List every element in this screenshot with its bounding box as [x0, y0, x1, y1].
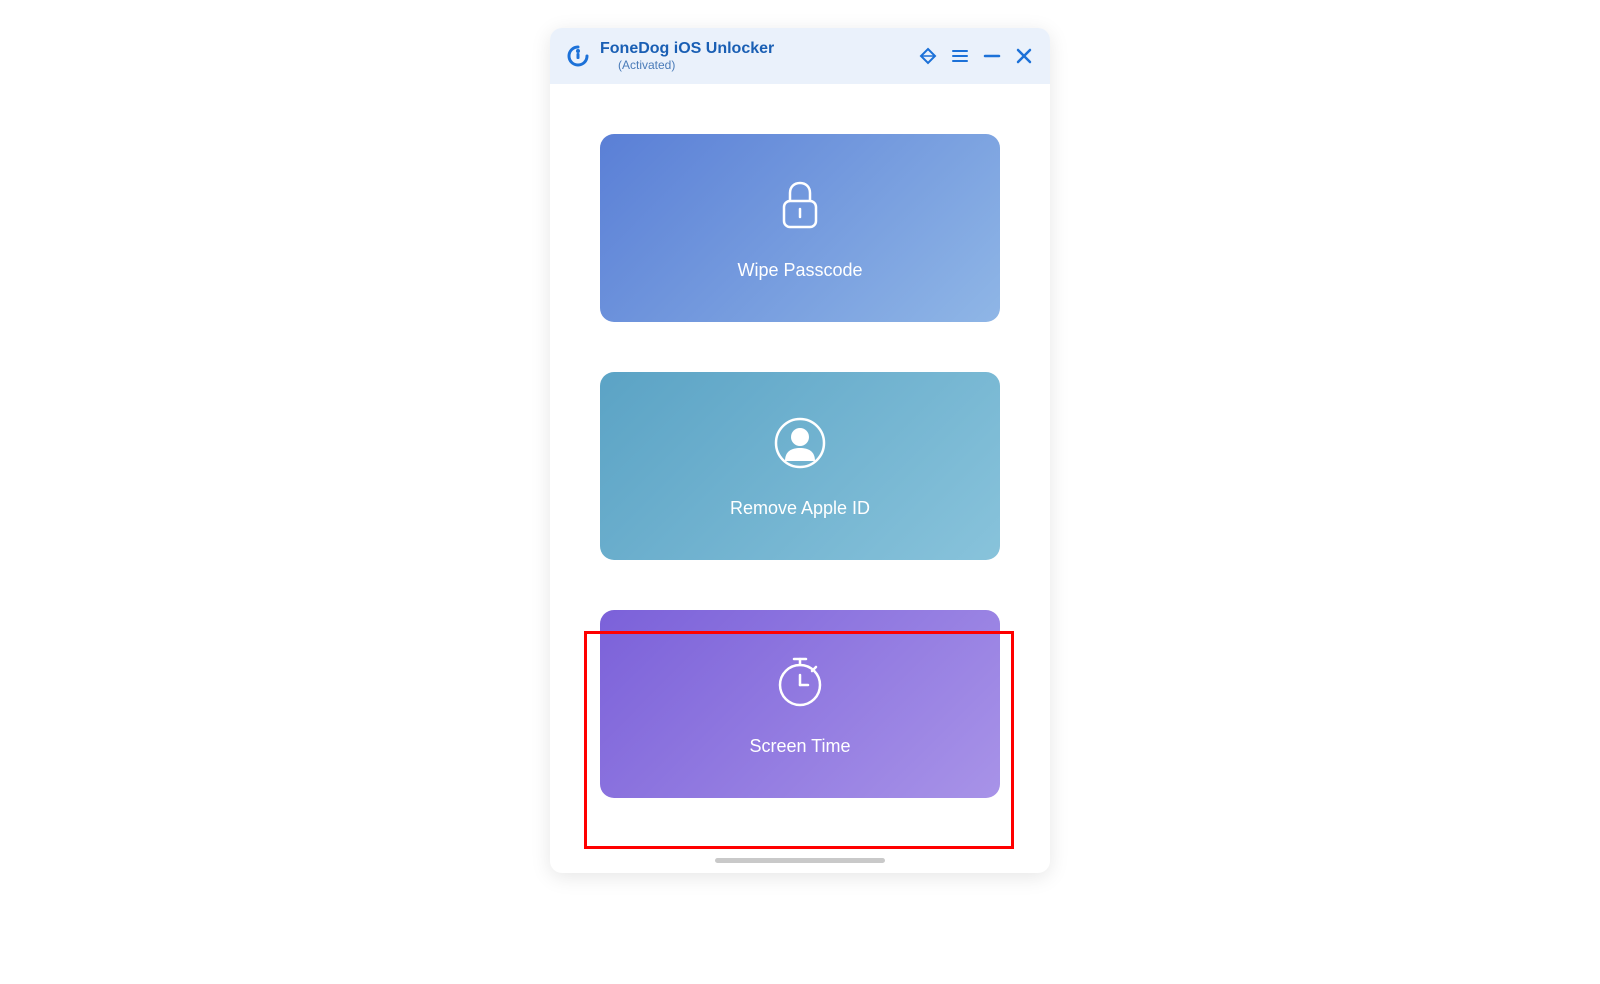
minimize-icon[interactable]: [982, 46, 1002, 66]
content-area: Wipe Passcode Remove Apple ID: [550, 84, 1050, 873]
menu-icon[interactable]: [950, 46, 970, 66]
close-icon[interactable]: [1014, 46, 1034, 66]
diamond-icon[interactable]: [918, 46, 938, 66]
window-controls: [918, 46, 1034, 66]
app-logo-icon: [566, 44, 590, 68]
screen-time-label: Screen Time: [749, 736, 850, 757]
wipe-passcode-label: Wipe Passcode: [737, 260, 862, 281]
app-title: FoneDog iOS Unlocker: [600, 40, 908, 58]
app-window: FoneDog iOS Unlocker (Activated): [550, 28, 1050, 873]
bottom-handle: [715, 858, 885, 863]
stopwatch-icon: [771, 652, 829, 710]
wipe-passcode-button[interactable]: Wipe Passcode: [600, 134, 1000, 322]
user-icon: [771, 414, 829, 472]
lock-icon: [771, 176, 829, 234]
remove-apple-id-label: Remove Apple ID: [730, 498, 870, 519]
remove-apple-id-button[interactable]: Remove Apple ID: [600, 372, 1000, 560]
screen-time-button[interactable]: Screen Time: [600, 610, 1000, 798]
app-status: (Activated): [618, 58, 908, 72]
title-bar: FoneDog iOS Unlocker (Activated): [550, 28, 1050, 84]
